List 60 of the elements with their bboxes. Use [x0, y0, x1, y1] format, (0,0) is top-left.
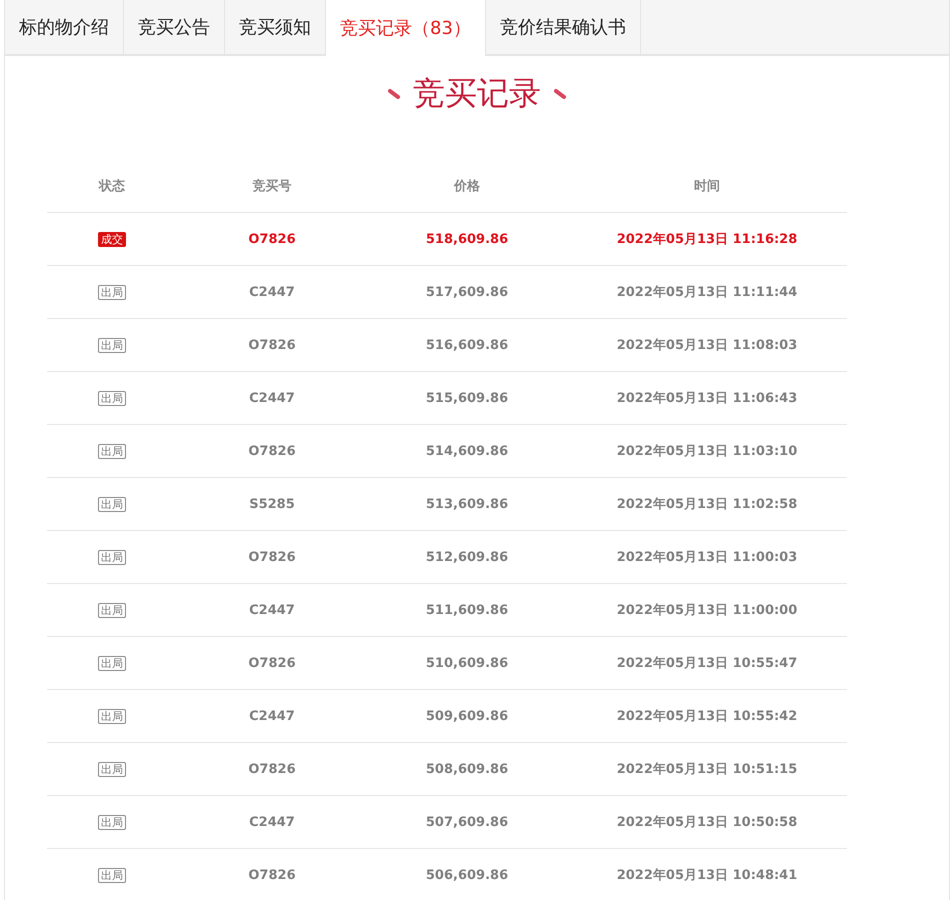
status-badge: 出局: [98, 868, 126, 882]
status-badge: 出局: [98, 390, 126, 406]
table-cell-text: 512,609.86: [424, 550, 510, 564]
table-cell-text: 2022年05月13日 11:00:00: [616, 602, 798, 619]
table-cell-text: 2022年05月13日 10:50:58: [616, 814, 798, 831]
dash-ornament-icon: [553, 88, 567, 100]
column-header: 竞买号: [252, 178, 292, 195]
status-badge: 出局: [98, 708, 126, 724]
table-cell-text: 508,609.86: [424, 762, 510, 776]
table-cell-text: 518,609.86: [424, 232, 510, 246]
table-cell-text: 2022年05月13日 10:55:42: [616, 708, 798, 725]
status-badge: 出局: [98, 284, 126, 300]
table-cell-text: 2022年05月13日 11:11:44: [616, 284, 798, 301]
table-cell-text: S5285: [248, 496, 296, 512]
table-cell-text: C2447: [248, 284, 296, 300]
table-cell-text: O7826: [247, 444, 297, 458]
table-cell-text: 2022年05月13日 11:08:03: [616, 337, 798, 354]
table-cell-text: C2447: [248, 708, 296, 724]
dash-ornament-icon: [387, 88, 401, 100]
table-cell-text: 507,609.86: [424, 814, 510, 830]
table-cell-text: 2022年05月13日 11:02:58: [616, 496, 798, 513]
table-cell-text: 2022年05月13日 11:16:28: [616, 231, 798, 248]
column-header: 价格: [452, 178, 481, 195]
table-cell-text: C2447: [248, 390, 296, 406]
table-cell-text: 2022年05月13日 10:51:15: [616, 761, 798, 778]
table-cell-text: O7826: [247, 868, 297, 882]
table-cell-text: 2022年05月13日 10:48:41: [616, 867, 798, 884]
column-header: 时间: [693, 178, 721, 195]
status-badge: 出局: [98, 444, 126, 458]
table-cell-text: C2447: [248, 814, 296, 830]
table-cell-text: O7826: [247, 550, 297, 564]
status-badge: 出局: [98, 550, 126, 564]
status-badge: 出局: [98, 496, 126, 512]
section-title: 竞买记录: [413, 73, 541, 114]
tab[interactable]: 竞买记录（83）: [326, 0, 486, 56]
table-cell-text: 511,609.86: [424, 602, 510, 618]
table-cell-text: O7826: [247, 232, 297, 246]
status-badge: 出局: [98, 602, 126, 618]
status-badge: 出局: [98, 762, 126, 776]
table-cell-text: O7826: [247, 762, 297, 776]
table-cell-text: 514,609.86: [424, 444, 510, 458]
table-cell-text: 509,609.86: [424, 708, 510, 724]
status-badge: 成交: [98, 232, 126, 246]
status-badge: 出局: [98, 656, 126, 670]
table-cell-text: 515,609.86: [424, 390, 510, 406]
table-cell-text: 2022年05月13日 11:03:10: [616, 443, 798, 460]
table-cell-text: 2022年05月13日 11:00:03: [616, 549, 798, 566]
table-cell-text: 510,609.86: [424, 656, 510, 670]
column-header: 状态: [97, 178, 126, 195]
status-badge: 出局: [98, 814, 126, 830]
table-cell-text: 2022年05月13日 10:55:47: [616, 655, 798, 672]
table-cell-text: 506,609.86: [424, 868, 510, 882]
table-cell-text: C2447: [248, 602, 296, 618]
table-cell-text: 2022年05月13日 11:06:43: [616, 390, 798, 407]
table-cell-text: 517,609.86: [424, 284, 510, 300]
table-cell-text: 516,609.86: [424, 338, 510, 352]
table-cell-text: O7826: [247, 656, 297, 670]
table-cell-text: 513,609.86: [424, 496, 510, 512]
status-badge: 出局: [98, 338, 126, 352]
table-cell-text: O7826: [247, 338, 297, 352]
